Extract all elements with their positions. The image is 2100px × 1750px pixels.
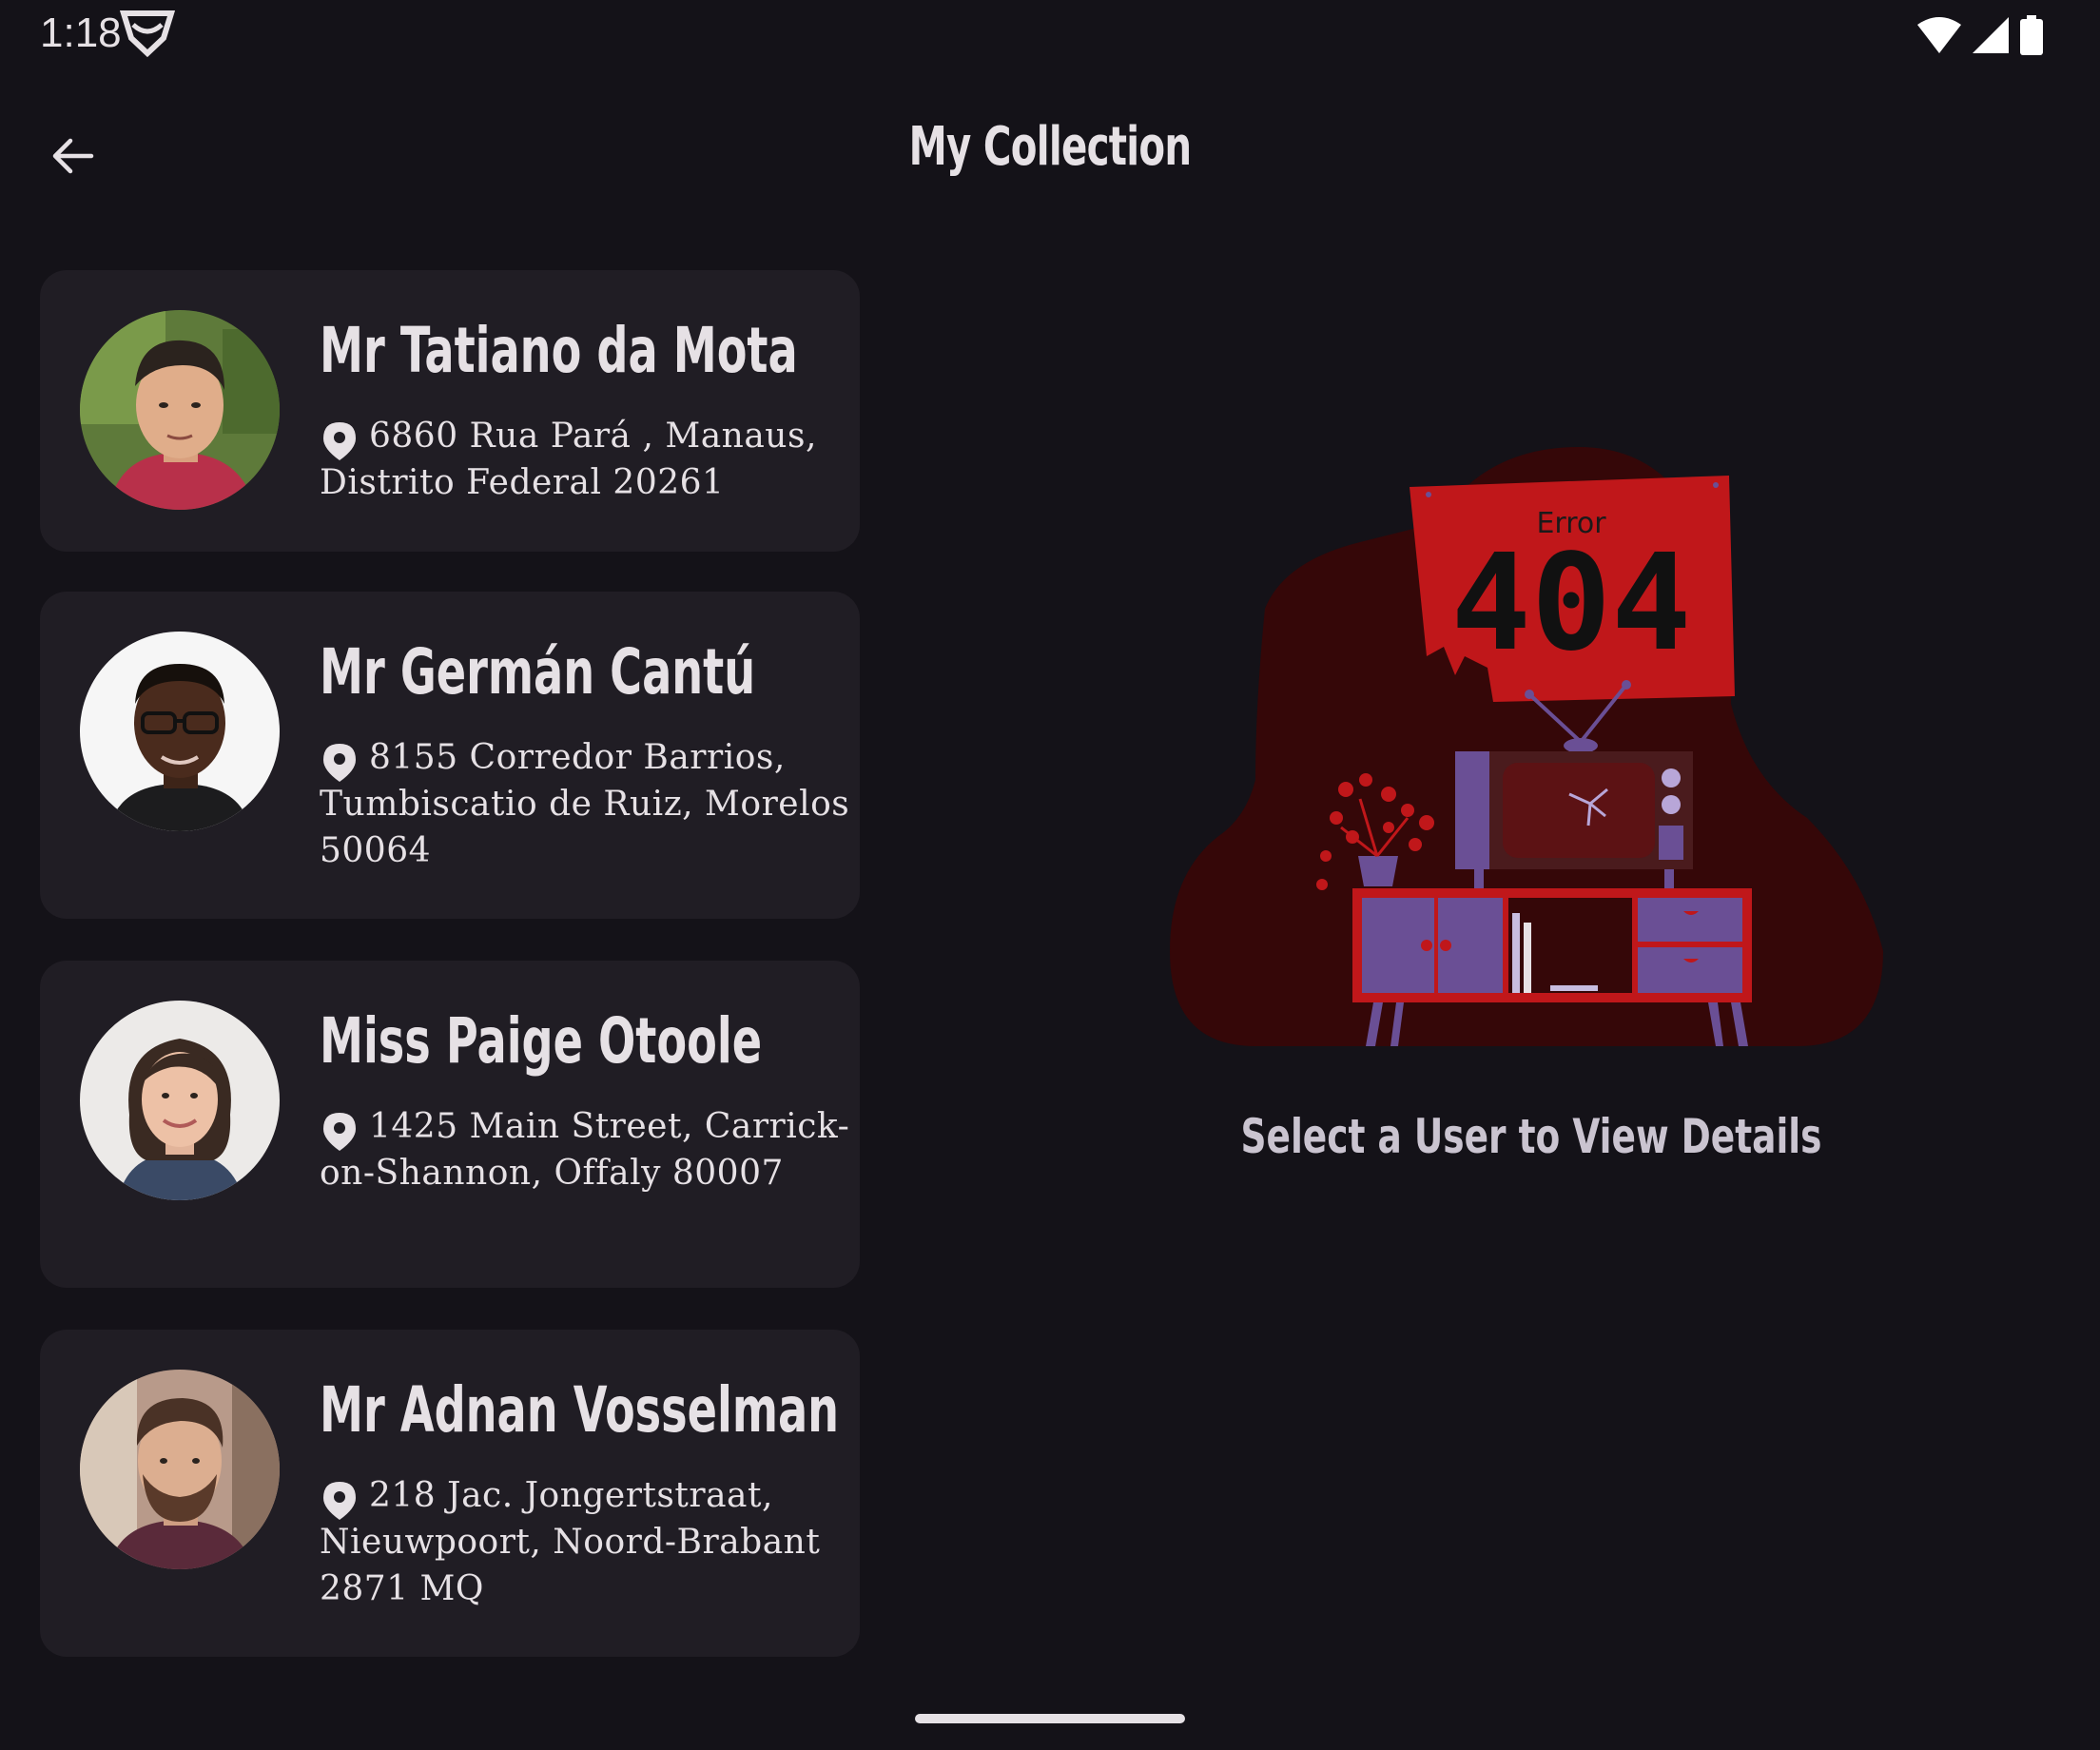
home-indicator[interactable] [915,1714,1185,1723]
user-name: Miss Paige Otoole [320,1004,763,1078]
user-address: 1425 Main Street, Carrick-on-Shannon, Of… [320,1107,850,1193]
error-code: 404 [1451,526,1692,681]
user-card[interactable]: Mr Tatiano da Mota 6860 Rua Pará , Manau… [40,270,860,552]
avatar [80,310,280,510]
user-card[interactable]: Mr Adnan Vosselman 218 Jac. Jongertstraa… [40,1330,860,1657]
avatar [80,1370,280,1569]
user-card[interactable]: Mr Germán Cantú 8155 Corredor Barrios, T… [40,592,860,919]
arrow-back-icon [52,138,94,174]
user-address: 6860 Rua Pará , Manaus, Distrito Federal… [320,417,817,502]
avatar [80,632,280,831]
back-button[interactable] [38,122,107,190]
status-time: 1:18 [40,10,122,56]
user-address: 218 Jac. Jongertstraat, Nieuwpoort, Noor… [320,1476,821,1608]
cellular-signal-icon [1973,17,2009,57]
user-name: Mr Tatiano da Mota [320,314,798,387]
empty-state-message: Select a User to View Details [1240,1109,1822,1164]
user-name: Mr Germán Cantú [320,635,756,709]
avatar [80,1001,280,1200]
app-notification-icon [119,10,176,61]
user-name: Mr Adnan Vosselman [320,1373,840,1447]
wifi-icon [1917,17,1961,57]
page-title: My Collection [908,116,1192,178]
battery-icon [2020,15,2043,59]
user-card[interactable]: Miss Paige Otoole 1425 Main Street, Carr… [40,961,860,1288]
user-address: 8155 Corredor Barrios, Tumbiscatio de Ru… [320,738,850,870]
top-app-bar: My Collection [0,95,2100,209]
error-404-illustration: Error 404 [1141,418,1921,1179]
status-bar: 1:18 [0,0,2100,68]
status-icons [1917,15,2043,59]
